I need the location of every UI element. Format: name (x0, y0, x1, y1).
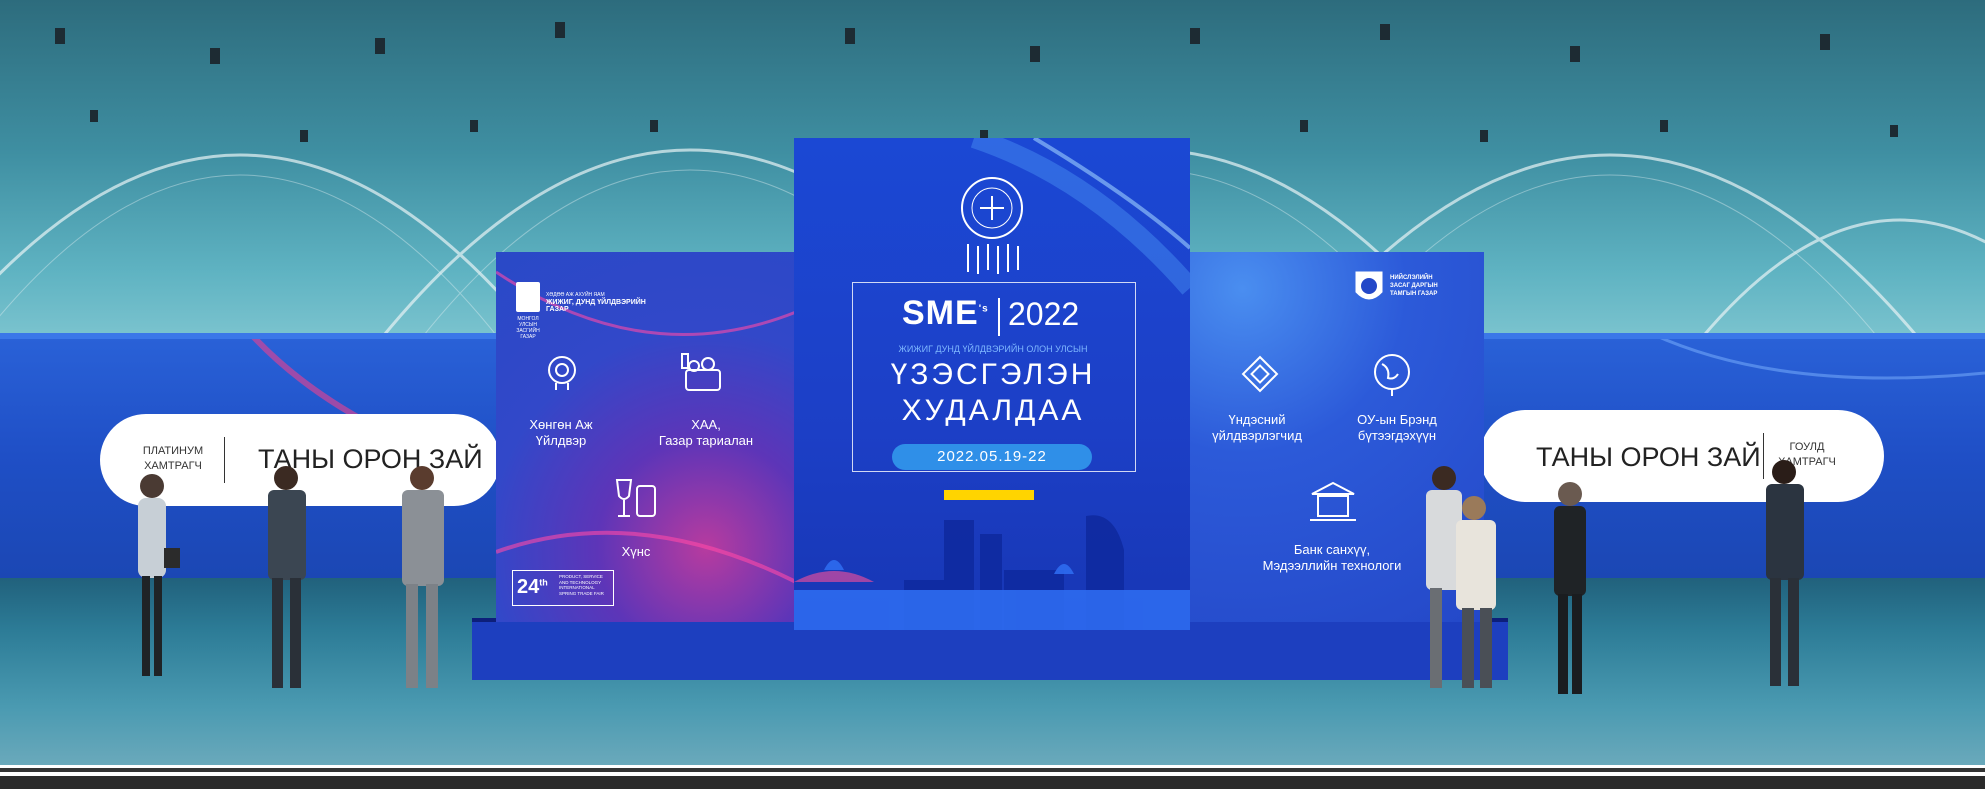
globe-icon (1374, 354, 1410, 396)
item-intl-line1: ОУ-ын Брэнд (1357, 412, 1437, 427)
mongolian-script-icon (967, 244, 1019, 274)
city-emblem-icon (1355, 271, 1383, 300)
round-seal-icon (961, 177, 1023, 239)
emblem-caption: МОНГОЛ УЛСЫН ЗАСГИЙН ГАЗАР (508, 316, 548, 340)
your-space-text: ТАНЫ ОРОН ЗАЙ (1536, 442, 1761, 472)
item-agriculture-line1: ХАА, (691, 417, 721, 432)
food-drink-icon (615, 479, 656, 517)
item-food: Хүнс (621, 544, 651, 559)
trade-fair-badge: 24th PRODUCT, SERVICE AND TECHNOLOGY INT… (512, 570, 614, 606)
person-couple (1426, 466, 1496, 688)
left-display-panel: МОНГОЛ УЛСЫН ЗАСГИЙН ГАЗАР ХӨДӨӨ АЖ АХУЙ… (496, 252, 796, 622)
city-office-text: НИЙСЛЭЛИЙН ЗАСАГ ДАРГЫН ТАМГЫН ГАЗАР (1390, 274, 1470, 298)
ministry-line2: ЖИЖИГ, ДУНД ҮЙЛДВЭРИЙН (546, 299, 646, 306)
tier-line1: ПЛАТИНУМ (142, 445, 204, 457)
badge-number: 24th (517, 576, 548, 599)
center-display-panel: SME's 2022 ЖИЖИГ ДУНД ҮЙЛДВЭРИЙН ОЛОН УЛ… (794, 138, 1190, 630)
mongolian-emblem-icon (516, 282, 540, 312)
brand-logo: SME's (902, 294, 989, 333)
badge-sup: th (539, 577, 548, 588)
person-man-gray-suit (402, 466, 444, 688)
booth-scene: ПЛАТИНУМ ХАМТРАГЧ ТАНЫ ОРОН ЗАЙ ТАНЫ ОРО… (0, 0, 1985, 789)
harvest-basket-icon (681, 353, 721, 391)
brand-divider (998, 298, 1000, 336)
tier-line1: ГОУЛД (1789, 441, 1825, 453)
sponsor-logo-strip (944, 490, 1034, 500)
item-national-line2: үйлдвэрлэгчид (1212, 428, 1302, 443)
ministry-text: ХӨДӨӨ АЖ АХУЙН ЯАМ ЖИЖИГ, ДУНД ҮЙЛДВЭРИЙ… (546, 292, 656, 313)
year-text: 2022 (1008, 296, 1080, 332)
person-man-far-right (1766, 460, 1804, 686)
city-office-line2: ЗАСАГ ДАРГЫН (1390, 283, 1438, 289)
city-office-line1: НИЙСЛЭЛИЙН (1390, 275, 1433, 281)
item-agriculture-line2: Газар тариалан (658, 433, 754, 448)
sheep-icon (548, 356, 576, 390)
ministry-line3: ГАЗАР (546, 306, 569, 313)
badge-text: PRODUCT, SERVICE AND TECHNOLOGY INTERNAT… (559, 574, 604, 596)
ministry-line1: ХӨДӨӨ АЖ АХУЙН ЯАМ (546, 292, 605, 298)
brand-text: SME (902, 294, 979, 332)
person-woman-right (1554, 482, 1586, 694)
title-line1: ҮЗЭСГЭЛЭН (890, 358, 1096, 391)
item-banking-line1: Банк санхүү, (1293, 542, 1371, 557)
badge-number-text: 24 (517, 576, 540, 598)
endless-knot-icon (1241, 355, 1279, 393)
item-intl-brand: ОУ-ын Брэнд бүтээгдэхүүн (1332, 412, 1462, 444)
item-banking-it: Банк санхүү, Мэдээллийн технологи (1232, 542, 1432, 574)
bottom-rule (0, 768, 1985, 772)
item-intl-line2: бүтээгдэхүүн (1357, 428, 1437, 443)
item-light-industry: Хөнгөн Аж Үйлдвэр (529, 417, 593, 448)
city-office-line3: ТАМГЫН ГАЗАР (1390, 291, 1438, 297)
emblem-line1: МОНГОЛ УЛСЫН (517, 316, 539, 328)
item-agriculture: ХАА, Газар тариалан (646, 417, 766, 449)
person-woman-left (138, 474, 180, 676)
item-banking-line2: Мэдээллийн технологи (1262, 558, 1402, 573)
brand-sup: 's (978, 303, 989, 315)
person-man-phone (268, 466, 306, 688)
emblem-line2: ЗАСГИЙН ГАЗАР (516, 328, 540, 340)
item-national-line1: Үндэсний (1228, 412, 1286, 427)
city-skyline (794, 515, 1190, 630)
item-national-producers: Үндэсний үйлдвэрлэгчид (1192, 412, 1322, 444)
stage-platform (472, 622, 1508, 680)
bottom-bar (0, 776, 1985, 789)
expo-subtitle: ЖИЖИГ ДУНД ҮЙЛДВЭРИЙН ОЛОН УЛСЫН (898, 344, 1088, 354)
pill-divider (224, 437, 225, 483)
bank-icon (1310, 481, 1356, 521)
title-line2: ХУДАЛДАА (901, 394, 1085, 427)
date-pill: 2022.05.19-22 (892, 444, 1092, 470)
